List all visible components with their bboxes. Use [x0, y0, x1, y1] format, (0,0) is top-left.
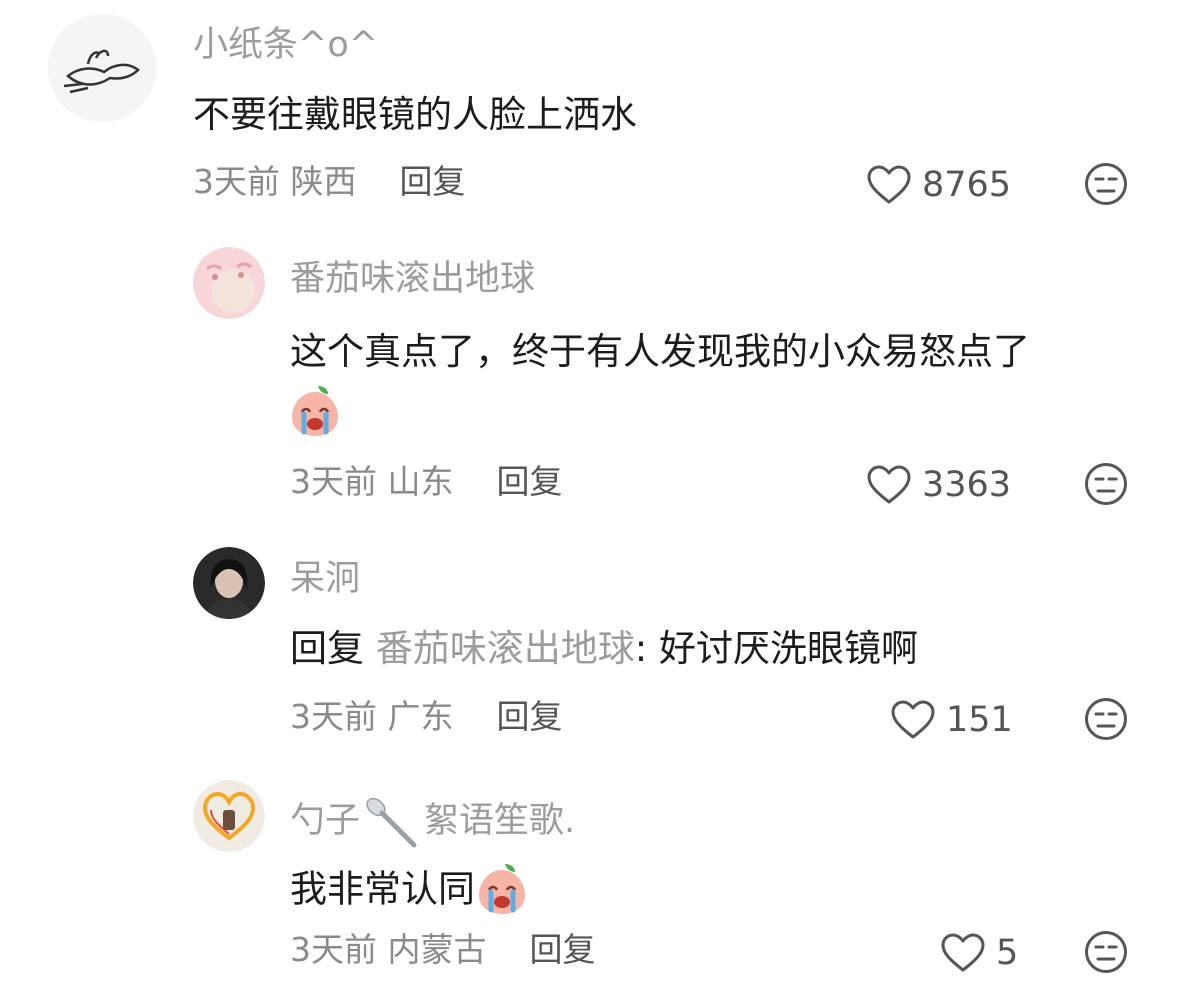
- heart-icon: [867, 165, 911, 204]
- crying-peach-emoji-icon: [288, 384, 342, 438]
- heart-light-avatar-icon: [193, 780, 265, 852]
- like-button[interactable]: 5: [940, 933, 1018, 973]
- meh-face-icon: [1085, 931, 1127, 973]
- comment-text: 回复 番茄味滚出地球: 好讨厌洗眼镜啊: [290, 630, 918, 667]
- comment-location: 广东: [387, 697, 454, 736]
- reply-button[interactable]: 回复: [400, 162, 466, 201]
- comment-meta: 3天前 陕西 回复: [193, 165, 466, 198]
- dislike-button[interactable]: [1084, 930, 1128, 974]
- comment-meta: 3天前 山东 回复: [290, 465, 563, 498]
- reply-colon: :: [634, 627, 648, 670]
- meh-face-icon: [1085, 463, 1127, 505]
- comment-text: 这个真点了，终于有人发现我的小众易怒点了: [290, 330, 1030, 373]
- comment-text-line2: [288, 384, 342, 438]
- pink-cat-avatar-icon: [193, 247, 265, 319]
- reply-button[interactable]: 回复: [497, 697, 563, 736]
- crying-peach-emoji-icon: [475, 862, 529, 916]
- rabbit-sketch-avatar-icon: [48, 14, 156, 122]
- like-button[interactable]: 151: [890, 700, 1013, 740]
- reply-button[interactable]: 回复: [530, 930, 596, 969]
- heart-icon: [941, 933, 985, 972]
- comment-time: 3天前: [290, 697, 377, 736]
- comment-time: 3天前: [290, 462, 377, 501]
- dislike-button[interactable]: [1084, 162, 1128, 206]
- reply-text: 好讨厌洗眼镜啊: [659, 627, 918, 670]
- comment-location: 内蒙古: [387, 930, 487, 969]
- avatar[interactable]: [48, 14, 156, 122]
- username-part2: 絮语笙歌.: [424, 801, 576, 841]
- comment-location: 陕西: [290, 162, 357, 201]
- comment-text: 我非常认同: [290, 862, 529, 916]
- avatar[interactable]: [193, 247, 265, 319]
- username-part1: 勺子: [290, 801, 361, 841]
- heart-icon: [891, 700, 935, 739]
- dislike-button[interactable]: [1084, 697, 1128, 741]
- heart-icon: [867, 465, 911, 504]
- comment-meta: 3天前 广东 回复: [290, 700, 563, 733]
- like-count: 3363: [922, 464, 1012, 505]
- meh-face-icon: [1085, 163, 1127, 205]
- avatar[interactable]: [193, 780, 265, 852]
- comment-meta: 3天前 内蒙古 回复: [290, 933, 596, 966]
- like-count: 151: [946, 699, 1013, 740]
- comment-time: 3天前: [193, 162, 280, 201]
- spoon-icon: [364, 795, 420, 849]
- username[interactable]: 呆泂: [290, 562, 360, 597]
- like-count: 8765: [922, 164, 1012, 205]
- username[interactable]: 番茄味滚出地球: [290, 262, 535, 297]
- avatar[interactable]: [193, 547, 265, 619]
- comment-location: 山东: [387, 462, 454, 501]
- girl-portrait-avatar-icon: [193, 547, 265, 619]
- meh-face-icon: [1085, 698, 1127, 740]
- like-count: 5: [996, 932, 1019, 973]
- comment-time: 3天前: [290, 930, 377, 969]
- username[interactable]: 小纸条^o^: [193, 28, 378, 63]
- like-button[interactable]: 3363: [866, 465, 1011, 505]
- comment-text: 不要往戴眼镜的人脸上洒水: [193, 93, 637, 136]
- comment-text-content: 我非常认同: [290, 867, 475, 911]
- reply-mention[interactable]: 番茄味滚出地球: [376, 627, 635, 670]
- username[interactable]: 勺子 絮语笙歌.: [290, 795, 575, 849]
- dislike-button[interactable]: [1084, 462, 1128, 506]
- reply-button[interactable]: 回复: [497, 462, 563, 501]
- like-button[interactable]: 8765: [866, 165, 1011, 205]
- reply-prefix: 回复: [290, 627, 364, 670]
